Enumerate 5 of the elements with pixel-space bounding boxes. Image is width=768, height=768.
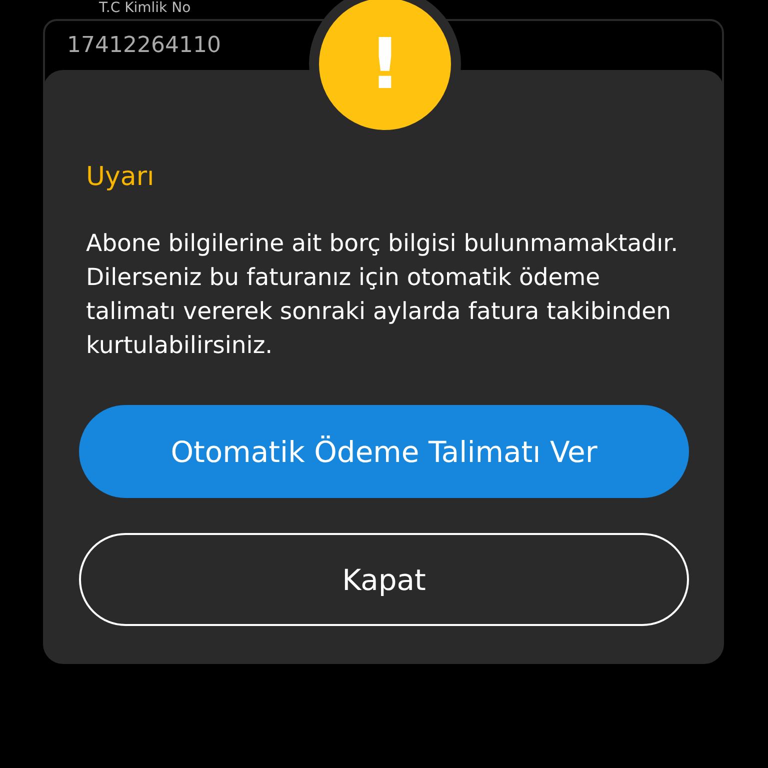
dialog-message: Abone bilgilerine ait borç bilgisi bulunmamaktadır. Dilerseniz bu faturanız için otomatik ödeme talimatı vererek sonraki aylarda fatura takibinden kurtulabilirsiniz. xyxy=(86,228,680,361)
close-button[interactable]: Kapat xyxy=(79,533,689,626)
auto-payment-button[interactable]: Otomatik Ödeme Talimatı Ver xyxy=(79,405,689,498)
field-label: T.C Kimlik No xyxy=(99,0,191,16)
dialog-title: Uyarı xyxy=(86,162,154,192)
